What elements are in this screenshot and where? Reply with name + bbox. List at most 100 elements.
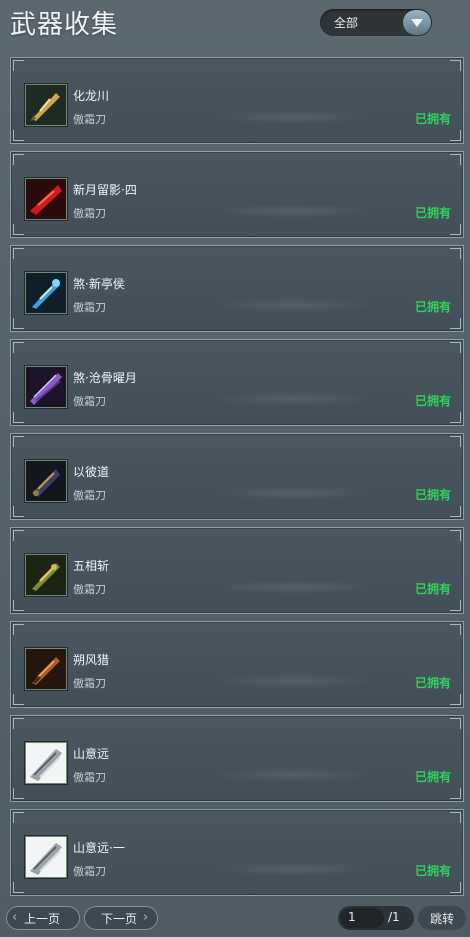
card-corner (13, 154, 24, 165)
weapon-name: 新月留影·四 (73, 183, 137, 197)
card-corner (13, 318, 24, 329)
weapon-card[interactable]: 以彼道 傲霜刀 已拥有 (10, 433, 464, 520)
card-corner (13, 530, 24, 541)
card-corner (450, 600, 461, 611)
page-indicator: 1 /1 (338, 906, 414, 930)
card-corner (13, 624, 24, 635)
next-page-button[interactable]: 下一页 › (84, 906, 158, 930)
card-corner (13, 60, 24, 71)
weapon-type: 傲霜刀 (73, 395, 106, 408)
card-corner (450, 718, 461, 729)
card-corner (13, 412, 24, 423)
silver-blade-icon (25, 742, 67, 784)
weapon-card[interactable]: 朔风猎 傲霜刀 已拥有 (10, 621, 464, 708)
card-decoration (213, 768, 373, 782)
weapon-card[interactable]: 煞·沧骨曜月 傲霜刀 已拥有 (10, 339, 464, 426)
card-corner (450, 506, 461, 517)
weapon-type: 傲霜刀 (73, 583, 106, 596)
weapon-card[interactable]: 山意远 傲霜刀 已拥有 (10, 715, 464, 802)
card-corner (13, 342, 24, 353)
card-corner (13, 224, 24, 235)
card-corner (13, 248, 24, 259)
dark-blade-icon (25, 460, 67, 502)
card-corner (13, 694, 24, 705)
weapon-name: 山意远·一 (73, 841, 125, 855)
weapon-type: 傲霜刀 (73, 489, 106, 502)
card-decoration (213, 110, 373, 124)
card-corner (13, 812, 24, 823)
weapon-card[interactable]: 山意远·一 傲霜刀 已拥有 (10, 809, 464, 896)
next-page-label: 下一页 (101, 912, 138, 926)
card-corner (13, 718, 24, 729)
crimson-blade-icon (25, 178, 67, 220)
card-decoration (213, 298, 373, 312)
jump-label: 跳转 (430, 912, 455, 926)
owned-status: 已拥有 (414, 770, 451, 784)
chevron-right-icon: › (143, 910, 149, 925)
owned-status: 已拥有 (414, 676, 451, 690)
card-decoration (213, 580, 373, 594)
weapon-name: 五相斩 (73, 559, 110, 573)
weapon-name: 化龙川 (73, 89, 110, 103)
card-corner (450, 224, 461, 235)
card-corner (13, 506, 24, 517)
violet-blade-icon (25, 366, 67, 408)
card-corner (450, 624, 461, 635)
page-title: 武器收集 (10, 10, 119, 40)
card-corner (450, 694, 461, 705)
weapon-name: 以彼道 (73, 465, 110, 479)
card-corner (13, 600, 24, 611)
card-decoration (213, 486, 373, 500)
filter-dropdown[interactable]: 全部 (320, 9, 432, 36)
filter-selected-label: 全部 (334, 16, 359, 30)
weapon-name: 朔风猎 (73, 653, 110, 667)
page-number-value: 1 (348, 910, 356, 924)
card-decoration (213, 392, 373, 406)
weapon-name: 山意远 (73, 747, 110, 761)
ice-blade-icon (25, 272, 67, 314)
owned-status: 已拥有 (414, 300, 451, 314)
card-decoration (213, 862, 373, 876)
weapon-type: 傲霜刀 (73, 113, 106, 126)
weapon-type: 傲霜刀 (73, 865, 106, 878)
owned-status: 已拥有 (414, 488, 451, 502)
card-corner (450, 342, 461, 353)
card-corner (13, 130, 24, 141)
weapon-type: 傲霜刀 (73, 301, 106, 314)
weapon-card[interactable]: 化龙川 傲霜刀 已拥有 (10, 57, 464, 144)
card-corner (450, 154, 461, 165)
card-corner (450, 436, 461, 447)
weapon-card[interactable]: 新月留影·四 傲霜刀 已拥有 (10, 151, 464, 238)
card-corner (450, 882, 461, 893)
flame-blade-icon (25, 648, 67, 690)
page-number-input[interactable]: 1 (340, 908, 384, 928)
card-corner (13, 882, 24, 893)
prev-page-button[interactable]: ‹ 上一页 (6, 906, 80, 930)
owned-status: 已拥有 (414, 206, 451, 220)
owned-status: 已拥有 (414, 864, 451, 878)
card-corner (450, 318, 461, 329)
weapon-name: 煞·新亭侯 (73, 277, 125, 291)
weapon-type: 傲霜刀 (73, 677, 106, 690)
jump-button[interactable]: 跳转 (418, 906, 466, 930)
header: 武器收集 全部 (0, 0, 470, 50)
owned-status: 已拥有 (414, 112, 451, 126)
card-corner (13, 788, 24, 799)
chevron-left-icon: ‹ (12, 910, 18, 925)
card-corner (13, 436, 24, 447)
chevron-down-icon[interactable] (403, 10, 431, 35)
card-corner (450, 60, 461, 71)
weapon-type: 傲霜刀 (73, 771, 106, 784)
card-corner (450, 130, 461, 141)
owned-status: 已拥有 (414, 394, 451, 408)
weapon-list: 化龙川 傲霜刀 已拥有 新月留影·四 傲霜刀 已拥有 煞·新亭侯 傲霜刀 已拥有… (10, 57, 464, 903)
jade-blade-icon (25, 554, 67, 596)
weapon-card[interactable]: 五相斩 傲霜刀 已拥有 (10, 527, 464, 614)
card-corner (450, 248, 461, 259)
page-total: /1 (388, 910, 400, 924)
weapon-name: 煞·沧骨曜月 (73, 371, 137, 385)
card-corner (450, 788, 461, 799)
weapon-card[interactable]: 煞·新亭侯 傲霜刀 已拥有 (10, 245, 464, 332)
silver-blade-icon (25, 836, 67, 878)
owned-status: 已拥有 (414, 582, 451, 596)
